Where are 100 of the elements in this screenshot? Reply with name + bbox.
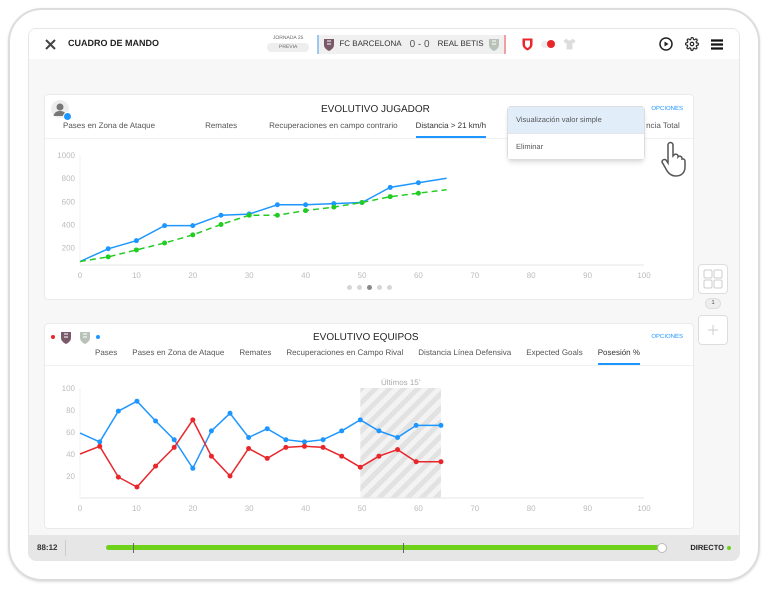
x-tick-label: 40 — [301, 504, 310, 513]
x-tick-label: 80 — [526, 271, 536, 280]
x-tick-label: 70 — [470, 504, 480, 513]
tab[interactable]: Remates — [239, 347, 272, 365]
data-point — [172, 437, 177, 442]
data-point — [320, 437, 326, 442]
tab[interactable]: Expected Goals — [526, 347, 583, 365]
crest-icon — [79, 330, 91, 344]
x-tick-label: 10 — [132, 504, 141, 513]
data-point — [228, 410, 233, 416]
tab[interactable]: Posesión % — [598, 347, 640, 365]
data-point — [264, 426, 270, 432]
x-tick-label: 30 — [244, 504, 254, 513]
data-point — [283, 437, 288, 442]
shirt-icon[interactable] — [562, 38, 576, 50]
match-time: 88:12 — [29, 540, 66, 556]
data-point — [388, 184, 393, 190]
y-tick-label: 40 — [66, 450, 75, 459]
close-icon[interactable] — [45, 38, 56, 50]
band-label: Últimos 15' — [380, 378, 420, 387]
data-point — [218, 212, 224, 218]
data-point — [376, 428, 382, 434]
play-icon[interactable] — [659, 37, 673, 51]
x-tick-label: 30 — [244, 271, 254, 280]
data-point — [388, 194, 393, 200]
data-point — [274, 202, 280, 208]
player-avatar-icon — [51, 100, 69, 118]
data-point — [320, 444, 326, 450]
x-tick-label: 50 — [358, 504, 366, 513]
y-tick-label: 80 — [66, 406, 75, 415]
y-tick-label: 800 — [62, 174, 75, 184]
tab[interactable]: Pases en Zona de Ataque — [63, 120, 156, 138]
x-tick-label: 100 — [637, 271, 651, 280]
y-tick-label: 400 — [62, 220, 75, 230]
grid-button[interactable] — [698, 264, 728, 294]
add-button[interactable] — [698, 315, 728, 345]
home-team: FC BARCELONA — [339, 38, 402, 50]
panel-title: EVOLUTIVO JUGADOR — [321, 102, 430, 116]
data-point — [162, 223, 168, 228]
x-tick-label: 70 — [470, 271, 480, 280]
data-point — [264, 456, 270, 461]
data-point — [438, 422, 444, 428]
x-tick-label: 0 — [78, 504, 82, 513]
page-title: CUADRO DE MANDO — [68, 37, 159, 50]
data-point — [376, 454, 382, 459]
x-tick-label: 100 — [637, 504, 651, 513]
crest-icon — [323, 38, 336, 50]
x-tick-label: 40 — [301, 271, 310, 280]
data-point — [414, 459, 419, 464]
settings-icon[interactable] — [685, 37, 699, 51]
tab[interactable]: Distancia Línea Defensiva — [418, 347, 512, 365]
sync-badge-icon — [63, 112, 72, 121]
data-point — [339, 454, 344, 459]
data-point — [116, 474, 121, 480]
x-tick-label: 10 — [132, 271, 141, 280]
data-point — [246, 435, 252, 440]
data-point — [162, 240, 168, 246]
tab[interactable]: Remates — [205, 120, 238, 138]
data-point — [134, 247, 139, 252]
x-tick-label: 50 — [358, 271, 366, 280]
data-point — [283, 444, 288, 450]
y-tick-label: 100 — [62, 384, 75, 393]
data-point — [190, 417, 196, 422]
x-tick-label: 20 — [188, 271, 198, 280]
data-point — [190, 232, 196, 238]
tab[interactable]: Pases — [95, 347, 118, 365]
x-tick-label: 20 — [188, 504, 198, 513]
tab[interactable]: ncia Total — [646, 120, 680, 138]
data-point — [153, 464, 158, 469]
data-point — [246, 446, 252, 451]
data-point — [190, 223, 196, 228]
data-point — [134, 484, 140, 490]
data-point — [116, 408, 121, 414]
data-point — [228, 474, 233, 478]
score: 0 - 0 — [410, 38, 430, 52]
tab[interactable]: Distancia > 21 km/h — [416, 120, 486, 138]
grid-icon — [703, 269, 723, 289]
data-point — [106, 246, 111, 252]
shield-icon[interactable] — [522, 38, 533, 50]
tab[interactable]: Pases en Zona de Ataque — [132, 347, 224, 365]
live-toggle[interactable] — [540, 40, 555, 48]
data-point — [358, 417, 363, 422]
data-point — [106, 254, 111, 260]
y-tick-label: 600 — [62, 197, 75, 206]
x-tick-label: 0 — [78, 271, 82, 280]
y-tick-label: 200 — [62, 244, 75, 253]
data-point — [208, 428, 214, 434]
data-point — [274, 212, 280, 218]
tab[interactable]: Recuperaciones en Campo Rival — [286, 347, 404, 365]
data-point — [416, 180, 421, 186]
y-tick-label: 60 — [66, 428, 75, 437]
panel-title: EVOLUTIVO EQUIPOS — [313, 330, 419, 344]
hand-pointer-icon — [660, 141, 686, 177]
tab[interactable]: Recuperaciones en campo contrario — [269, 120, 398, 138]
data-point — [395, 447, 400, 452]
menu-icon[interactable] — [711, 38, 723, 50]
data-point — [358, 464, 363, 470]
x-tick-label: 60 — [414, 504, 423, 513]
slider-thumb[interactable] — [657, 542, 668, 552]
data-point — [414, 422, 419, 428]
